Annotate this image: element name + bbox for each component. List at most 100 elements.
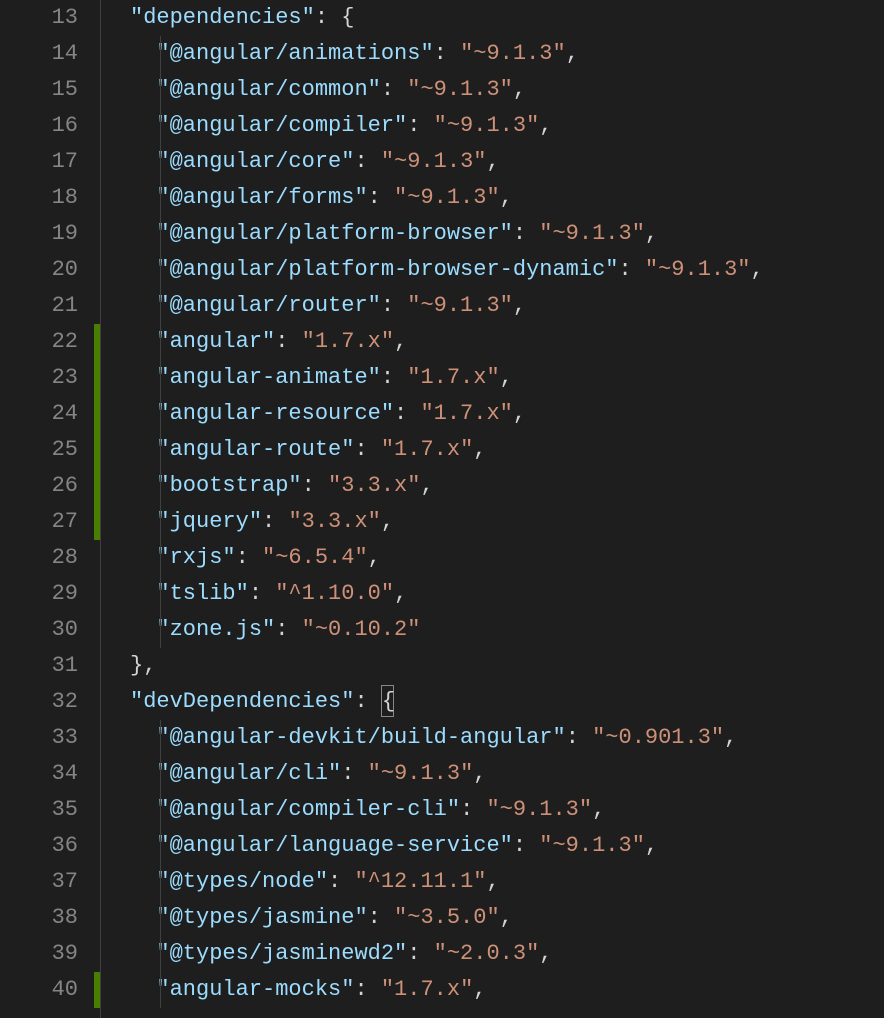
code-line[interactable]: "jquery": "3.3.x",: [130, 504, 884, 540]
json-string: "3.3.x": [288, 509, 380, 534]
json-punct: :: [354, 689, 380, 714]
json-punct: :: [368, 905, 394, 930]
line-number: 29: [0, 576, 78, 612]
json-key: "devDependencies": [130, 689, 354, 714]
code-line[interactable]: "@angular/router": "~9.1.3",: [130, 288, 884, 324]
line-number: 22: [0, 324, 78, 360]
json-punct: ,: [394, 329, 407, 354]
json-string: "~9.1.3": [394, 185, 500, 210]
json-punct: ,: [500, 185, 513, 210]
json-punct: ,: [486, 869, 499, 894]
line-number: 15: [0, 72, 78, 108]
json-punct: :: [566, 725, 592, 750]
json-string: "^1.10.0": [275, 581, 394, 606]
code-line[interactable]: "rxjs": "~6.5.4",: [130, 540, 884, 576]
json-string: "~9.1.3": [368, 761, 474, 786]
code-line[interactable]: "@types/jasminewd2": "~2.0.3",: [130, 936, 884, 972]
code-line[interactable]: "angular-mocks": "1.7.x",: [130, 972, 884, 1008]
line-number: 20: [0, 252, 78, 288]
json-punct: ,: [645, 833, 658, 858]
json-key: "@angular-devkit/build-angular": [156, 725, 565, 750]
json-key: "@angular/cli": [156, 761, 341, 786]
line-number: 40: [0, 972, 78, 1008]
json-key: "@angular/compiler-cli": [156, 797, 460, 822]
json-key: "bootstrap": [156, 473, 301, 498]
code-line[interactable]: "dependencies": {: [130, 0, 884, 36]
code-line[interactable]: "@angular/platform-browser-dynamic": "~9…: [130, 252, 884, 288]
json-punct: ,: [513, 401, 526, 426]
code-line[interactable]: "@angular/cli": "~9.1.3",: [130, 756, 884, 792]
line-number: 16: [0, 108, 78, 144]
code-line[interactable]: "@angular/platform-browser": "~9.1.3",: [130, 216, 884, 252]
json-key: "angular-mocks": [156, 977, 354, 1002]
json-brace: }: [130, 653, 143, 678]
code-line[interactable]: "angular": "1.7.x",: [130, 324, 884, 360]
json-key: "@types/jasminewd2": [156, 941, 407, 966]
code-line[interactable]: "@angular/core": "~9.1.3",: [130, 144, 884, 180]
json-punct: ,: [500, 365, 513, 390]
json-key: "@angular/forms": [156, 185, 367, 210]
json-punct: ,: [486, 149, 499, 174]
code-line[interactable]: },: [130, 648, 884, 684]
line-number: 32: [0, 684, 78, 720]
json-string: "~9.1.3": [645, 257, 751, 282]
code-line[interactable]: "@angular/compiler-cli": "~9.1.3",: [130, 792, 884, 828]
line-number: 36: [0, 828, 78, 864]
json-punct: ,: [539, 113, 552, 138]
json-string: "~9.1.3": [486, 797, 592, 822]
code-line[interactable]: "@angular/language-service": "~9.1.3",: [130, 828, 884, 864]
line-number: 21: [0, 288, 78, 324]
code-line[interactable]: "devDependencies": {: [130, 684, 884, 720]
code-line[interactable]: "@angular/compiler": "~9.1.3",: [130, 108, 884, 144]
line-number: 24: [0, 396, 78, 432]
json-key: "angular": [156, 329, 275, 354]
code-line[interactable]: "@types/jasmine": "~3.5.0",: [130, 900, 884, 936]
line-number: 26: [0, 468, 78, 504]
json-string: "1.7.x": [407, 365, 499, 390]
code-line[interactable]: "@types/node": "^12.11.1",: [130, 864, 884, 900]
line-number-gutter: 1314151617181920212223242526272829303132…: [0, 0, 94, 1018]
code-line[interactable]: "@angular-devkit/build-angular": "~0.901…: [130, 720, 884, 756]
json-string: "~9.1.3": [539, 833, 645, 858]
indent-guide-1: [100, 0, 101, 1018]
json-punct: :: [315, 5, 341, 30]
code-content[interactable]: "dependencies": { "@angular/animations":…: [130, 0, 884, 1018]
code-line[interactable]: "angular-route": "1.7.x",: [130, 432, 884, 468]
json-string: "1.7.x": [381, 437, 473, 462]
json-punct: ,: [473, 437, 486, 462]
json-key: "@angular/compiler": [156, 113, 407, 138]
json-punct: ,: [394, 581, 407, 606]
json-string: "~9.1.3": [407, 293, 513, 318]
line-number: 34: [0, 756, 78, 792]
json-punct: :: [460, 797, 486, 822]
json-string: "~9.1.3": [460, 41, 566, 66]
json-punct: :: [618, 257, 644, 282]
json-string: "~0.901.3": [592, 725, 724, 750]
json-punct: :: [407, 113, 433, 138]
line-number: 23: [0, 360, 78, 396]
code-line[interactable]: "@angular/forms": "~9.1.3",: [130, 180, 884, 216]
code-editor[interactable]: 1314151617181920212223242526272829303132…: [0, 0, 884, 1018]
json-punct: :: [513, 833, 539, 858]
json-punct: :: [328, 869, 354, 894]
code-line[interactable]: "angular-animate": "1.7.x",: [130, 360, 884, 396]
code-line[interactable]: "zone.js": "~0.10.2": [130, 612, 884, 648]
json-punct: ,: [143, 653, 156, 678]
json-punct: ,: [381, 509, 394, 534]
code-line[interactable]: "@angular/animations": "~9.1.3",: [130, 36, 884, 72]
code-line[interactable]: "@angular/common": "~9.1.3",: [130, 72, 884, 108]
json-key: "@angular/router": [156, 293, 380, 318]
json-key: "angular-route": [156, 437, 354, 462]
json-punct: ,: [592, 797, 605, 822]
json-string: "1.7.x": [420, 401, 512, 426]
json-key: "angular-animate": [156, 365, 380, 390]
json-punct: ,: [539, 941, 552, 966]
code-line[interactable]: "tslib": "^1.10.0",: [130, 576, 884, 612]
line-number: 27: [0, 504, 78, 540]
json-punct: :: [394, 401, 420, 426]
json-string: "^12.11.1": [354, 869, 486, 894]
code-line[interactable]: "bootstrap": "3.3.x",: [130, 468, 884, 504]
json-punct: ,: [751, 257, 764, 282]
json-punct: :: [236, 545, 262, 570]
code-line[interactable]: "angular-resource": "1.7.x",: [130, 396, 884, 432]
